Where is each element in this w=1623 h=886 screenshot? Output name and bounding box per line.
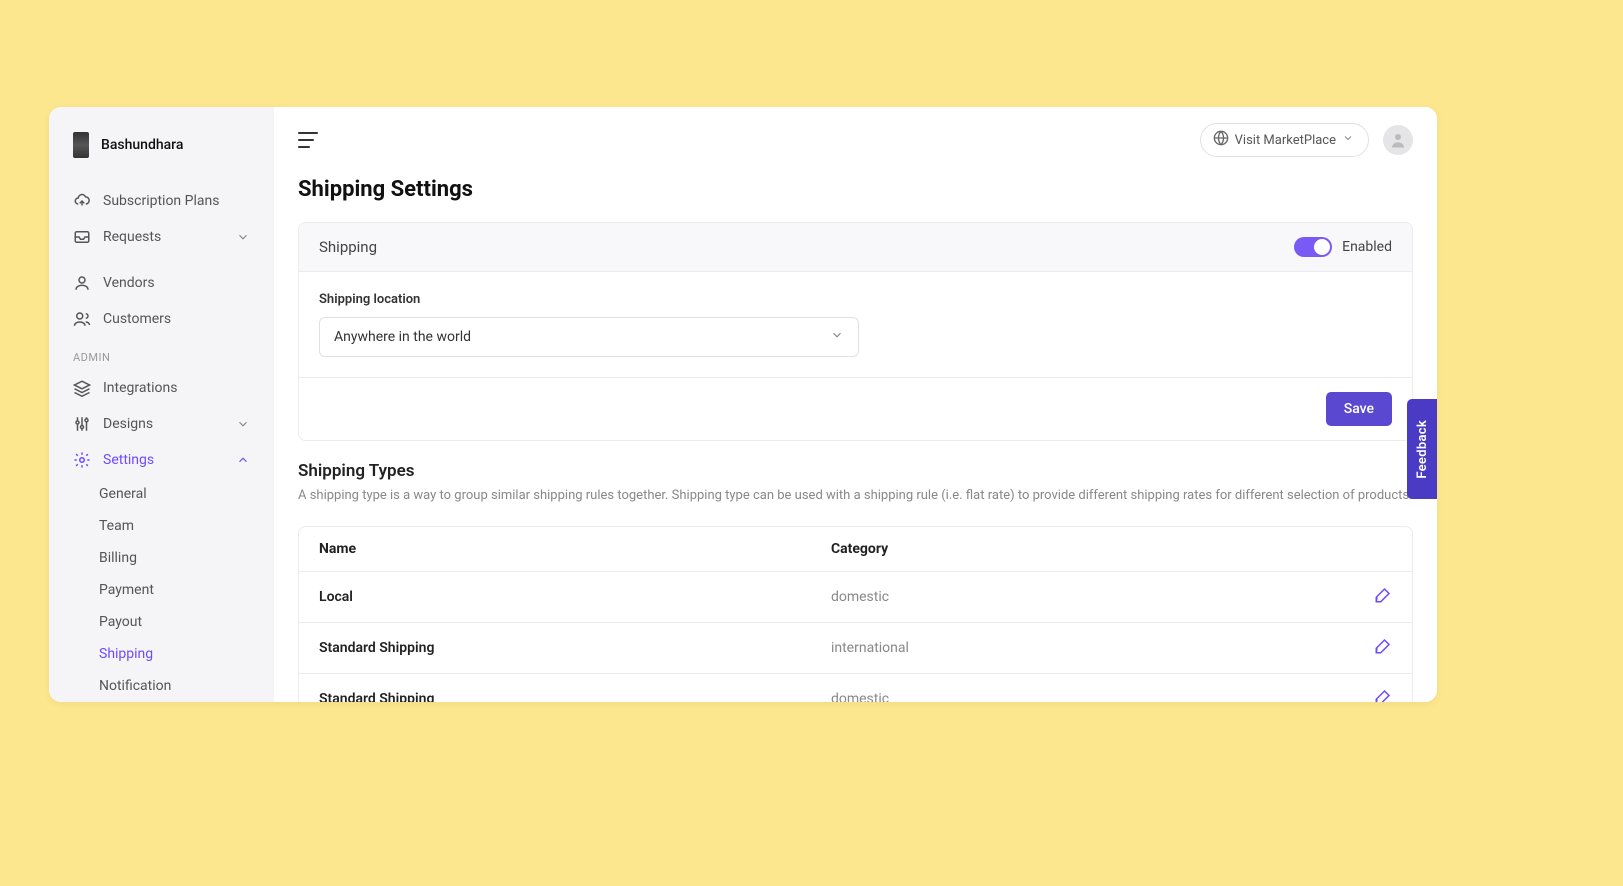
feedback-label: Feedback <box>1415 420 1430 479</box>
sub-item-payout[interactable]: Payout <box>49 606 274 638</box>
menu-toggle[interactable] <box>298 132 318 148</box>
sub-item-general[interactable]: General <box>49 478 274 510</box>
feedback-tab[interactable]: Feedback <box>1407 399 1437 499</box>
brand: Bashundhara <box>49 127 274 183</box>
col-category: Category <box>811 527 1145 572</box>
sidebar-item-subscription-plans[interactable]: Subscription Plans <box>49 183 274 219</box>
sidebar-item-vendors[interactable]: Vendors <box>49 265 274 301</box>
chevron-down-icon <box>830 328 844 346</box>
sidebar-item-settings[interactable]: Settings <box>49 442 274 478</box>
sub-item-team[interactable]: Team <box>49 510 274 542</box>
sidebar-item-customers[interactable]: Customers <box>49 301 274 337</box>
table-row: Standard Shipping domestic <box>299 673 1412 703</box>
sliders-icon <box>73 415 91 433</box>
main: Visit MarketPlace Shipping Settings Ship… <box>274 107 1437 702</box>
cloud-up-icon <box>73 192 91 210</box>
page-title: Shipping Settings <box>298 177 1413 202</box>
avatar[interactable] <box>1383 125 1413 155</box>
user-icon <box>73 274 91 292</box>
sub-item-shipping[interactable]: Shipping <box>49 638 274 670</box>
table-row: Local domestic <box>299 572 1412 622</box>
row-category: international <box>811 622 1145 673</box>
sidebar-item-label: Subscription Plans <box>103 193 219 209</box>
shipping-location-value: Anywhere in the world <box>334 329 471 345</box>
sidebar: Bashundhara Subscription Plans Requests … <box>49 107 274 702</box>
sidebar-item-label: Settings <box>103 452 154 468</box>
chevron-down-icon <box>1342 132 1354 148</box>
edit-button[interactable] <box>1374 637 1392 655</box>
row-name: Standard Shipping <box>299 622 811 673</box>
row-category: domestic <box>811 572 1145 622</box>
brand-logo <box>73 132 89 158</box>
sidebar-item-requests[interactable]: Requests <box>49 219 274 255</box>
globe-icon <box>1213 130 1229 150</box>
gear-icon <box>73 451 91 469</box>
chevron-up-icon <box>236 453 250 467</box>
visit-marketplace-button[interactable]: Visit MarketPlace <box>1200 123 1369 157</box>
sidebar-item-label: Integrations <box>103 380 177 396</box>
sidebar-item-label: Customers <box>103 311 171 327</box>
shipping-card-footer: Save <box>299 377 1412 440</box>
inbox-icon <box>73 228 91 246</box>
sidebar-item-label: Vendors <box>103 275 155 291</box>
sidebar-item-integrations[interactable]: Integrations <box>49 370 274 406</box>
brand-name: Bashundhara <box>101 137 183 153</box>
sidebar-item-label: Designs <box>103 416 153 432</box>
shipping-card: Shipping Enabled Shipping location Anywh… <box>298 222 1413 441</box>
sub-item-notification[interactable]: Notification <box>49 670 274 702</box>
sub-item-billing[interactable]: Billing <box>49 542 274 574</box>
sub-item-payment[interactable]: Payment <box>49 574 274 606</box>
edit-button[interactable] <box>1374 586 1392 604</box>
shipping-types-section: Shipping Types A shipping type is a way … <box>298 461 1413 506</box>
row-name: Local <box>299 572 811 622</box>
admin-section-label: ADMIN <box>49 337 274 370</box>
shipping-toggle-wrap: Enabled <box>1294 237 1392 257</box>
shipping-card-header: Shipping Enabled <box>299 223 1412 272</box>
shipping-enabled-label: Enabled <box>1342 239 1392 255</box>
shipping-location-select[interactable]: Anywhere in the world <box>319 317 859 357</box>
row-name: Standard Shipping <box>299 673 811 703</box>
shipping-location-label: Shipping location <box>319 292 1392 307</box>
shipping-types-title: Shipping Types <box>298 461 1413 481</box>
chevron-down-icon <box>236 417 250 431</box>
edit-button[interactable] <box>1374 688 1392 703</box>
shipping-types-table: Name Category Local domestic Standard Sh… <box>298 526 1413 703</box>
col-actions <box>1145 527 1412 572</box>
topbar-right: Visit MarketPlace <box>1200 123 1413 157</box>
app-container: Bashundhara Subscription Plans Requests … <box>49 107 1437 702</box>
nav: Subscription Plans Requests Vendors Cust… <box>49 183 274 702</box>
content: Shipping Settings Shipping Enabled Shipp… <box>274 173 1437 702</box>
topbar: Visit MarketPlace <box>274 107 1437 173</box>
chevron-down-icon <box>236 230 250 244</box>
shipping-card-title: Shipping <box>319 238 377 256</box>
col-name: Name <box>299 527 811 572</box>
shipping-types-description: A shipping type is a way to group simila… <box>298 486 1413 506</box>
sidebar-item-designs[interactable]: Designs <box>49 406 274 442</box>
table-row: Standard Shipping international <box>299 622 1412 673</box>
save-button[interactable]: Save <box>1326 392 1392 426</box>
sidebar-item-label: Requests <box>103 229 161 245</box>
row-category: domestic <box>811 673 1145 703</box>
shipping-card-body: Shipping location Anywhere in the world <box>299 272 1412 377</box>
visit-marketplace-label: Visit MarketPlace <box>1235 133 1336 148</box>
layers-icon <box>73 379 91 397</box>
users-icon <box>73 310 91 328</box>
shipping-enabled-toggle[interactable] <box>1294 237 1332 257</box>
